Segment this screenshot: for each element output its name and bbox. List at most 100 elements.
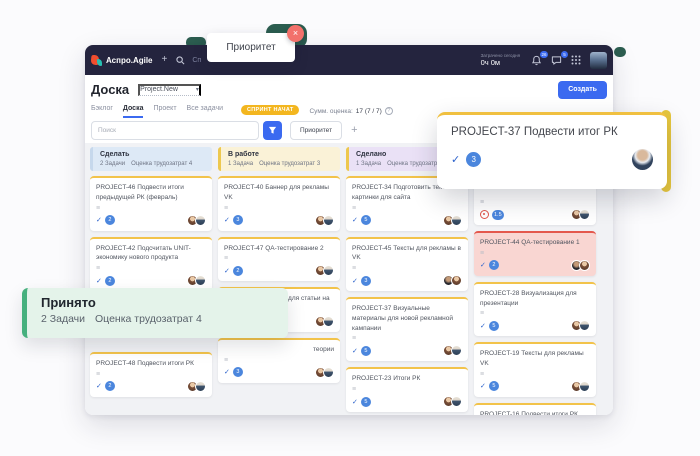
task-card[interactable]: PROJECT-48 Подвести итоги РК ≡ ✓2: [90, 352, 212, 397]
task-card[interactable]: PROJECT-19 Тексты для рекламы VK ≡ ✓5: [474, 342, 596, 397]
estimate-badge: 3: [466, 152, 481, 167]
avatar: [451, 345, 462, 356]
messages-badge: 5: [561, 51, 568, 58]
avatar: [451, 396, 462, 407]
task-card-highlighted[interactable]: PROJECT-44 QA-тестирование 1 ≡ ✓2: [474, 231, 596, 276]
description-icon: ≡: [224, 357, 334, 364]
board-column-in-progress: В работе 1 ЗадачаОценка трудозатрат 3 PR…: [218, 147, 340, 415]
estimate-badge: 1.5: [492, 210, 504, 220]
check-icon: ✓: [96, 216, 102, 224]
tab-all-tasks[interactable]: Все задачи: [187, 105, 224, 118]
check-icon: ✓: [224, 368, 230, 376]
task-id: PROJECT-37: [352, 305, 391, 312]
description-icon: ≡: [352, 265, 462, 272]
tab-backlog[interactable]: Бэклог: [91, 105, 113, 118]
task-card[interactable]: PROJECT-16 Подвести итоги РК ≡ ✓: [474, 403, 596, 415]
apps-grid-icon[interactable]: [571, 55, 581, 65]
column-header: В работе 1 ЗадачаОценка трудозатрат 3: [218, 147, 340, 171]
project-name: Project.New: [140, 86, 178, 93]
filter-button[interactable]: [263, 121, 282, 140]
task-card[interactable]: PROJECT-47 QA-тестирование 2 ≡ ✓2: [218, 237, 340, 282]
info-icon[interactable]: ?: [385, 107, 393, 115]
check-icon: ✓: [352, 216, 358, 224]
avatar: [323, 265, 334, 276]
check-icon: ✓: [352, 347, 358, 355]
estimate-badge: 5: [489, 381, 499, 391]
app-window: Аспро.Agile + Сп Затрачено сегодня 0ч 0м…: [85, 45, 613, 415]
task-card[interactable]: PROJECT-28 Визуализация для презентации …: [474, 282, 596, 337]
task-title: QA-тестирование 1: [521, 239, 579, 246]
sprint-score: Сумм. оценка: 17 (7 / 7) ?: [309, 107, 392, 118]
description-icon: ≡: [96, 265, 206, 272]
close-icon[interactable]: ×: [287, 25, 304, 42]
zoomed-task-title: PROJECT-37 Подвести итог РК: [451, 126, 653, 138]
task-title: QA-тестирование 2: [265, 245, 323, 252]
tab-board[interactable]: Доска: [123, 105, 144, 118]
topbar-text-fragment: Сп: [192, 57, 201, 64]
check-icon: ✓: [480, 322, 486, 330]
avatar: [323, 367, 334, 378]
task-title: Подвести итоги РК: [521, 411, 578, 415]
avatar: [323, 215, 334, 226]
check-icon: ✓: [352, 277, 358, 285]
priority-filter-chip[interactable]: Приоритет: [290, 121, 342, 140]
estimate-badge: 5: [361, 397, 371, 407]
board-column-todo: Сделать 2 ЗадачиОценка трудозатрат 4 PRO…: [90, 147, 212, 415]
quick-add-button[interactable]: +: [162, 55, 168, 65]
overdue-icon: [480, 210, 489, 219]
task-id: PROJECT-19: [480, 350, 519, 357]
avatar: [195, 215, 206, 226]
user-avatar[interactable]: [590, 52, 607, 69]
avatar: [195, 381, 206, 392]
estimate-badge: 5: [361, 215, 371, 225]
search-icon[interactable]: [176, 56, 185, 65]
accepted-tasks-count: 2 Задачи: [41, 313, 85, 325]
estimate-badge: 3: [361, 276, 371, 286]
estimate-badge: 5: [361, 346, 371, 356]
avatar: [323, 316, 334, 327]
priority-tooltip: Приоритет ×: [207, 33, 295, 62]
app-logo-icon: [91, 55, 102, 66]
estimate-badge: 2: [105, 215, 115, 225]
notifications-bell-icon[interactable]: 26: [531, 55, 542, 66]
task-card[interactable]: теории ≡ ✓3: [218, 338, 340, 383]
check-icon: ✓: [352, 398, 358, 406]
description-icon: ≡: [96, 205, 206, 212]
estimate-badge: 2: [233, 266, 243, 276]
task-title: Подвести итоги РК: [137, 360, 194, 367]
task-card[interactable]: PROJECT-40 Баннер для рекламы VK ≡ ✓3: [218, 176, 340, 231]
messages-icon[interactable]: 5: [551, 55, 562, 66]
avatar: [451, 215, 462, 226]
task-card[interactable]: PROJECT-37 Визуальные материалы для ново…: [346, 297, 468, 361]
check-icon: ✓: [96, 277, 102, 285]
task-id: PROJECT-16: [480, 411, 519, 415]
page-title: Доска: [91, 82, 129, 97]
avatar: [579, 209, 590, 220]
project-selector[interactable]: Project.New ▾: [138, 84, 201, 96]
check-icon: ✓: [224, 216, 230, 224]
task-id: PROJECT-46: [96, 184, 135, 191]
task-id: PROJECT-48: [96, 360, 135, 367]
description-icon: ≡: [96, 371, 206, 378]
avatar: [195, 275, 206, 286]
description-icon: ≡: [480, 199, 590, 206]
search-input[interactable]: [91, 121, 259, 140]
estimate-badge: 5: [489, 321, 499, 331]
task-card[interactable]: PROJECT-45 Тексты для рекламы в VK ≡ ✓3: [346, 237, 468, 292]
estimate-badge: 3: [233, 367, 243, 377]
check-icon: ✓: [451, 153, 460, 166]
check-icon: ✓: [480, 382, 486, 390]
task-id: PROJECT-47: [224, 245, 263, 252]
tab-project[interactable]: Проект: [153, 105, 176, 118]
check-icon: ✓: [96, 382, 102, 390]
accepted-estimate: Оценка трудозатрат 4: [95, 313, 202, 325]
description-icon: ≡: [352, 205, 462, 212]
create-button[interactable]: Создать: [558, 81, 607, 99]
task-card[interactable]: PROJECT-42 Подсчитать UNIT-экономику нов…: [90, 237, 212, 292]
add-filter-button[interactable]: +: [351, 125, 357, 136]
zoomed-task-card[interactable]: PROJECT-37 Подвести итог РК ✓ 3: [437, 112, 667, 189]
top-navigation-bar: Аспро.Agile + Сп Затрачено сегодня 0ч 0м…: [85, 45, 613, 75]
task-card[interactable]: PROJECT-46 Подвести итоги предыдущей РК …: [90, 176, 212, 231]
task-title: Итоги РК: [393, 375, 420, 382]
task-card[interactable]: PROJECT-23 Итоги РК ≡ ✓5: [346, 367, 468, 412]
